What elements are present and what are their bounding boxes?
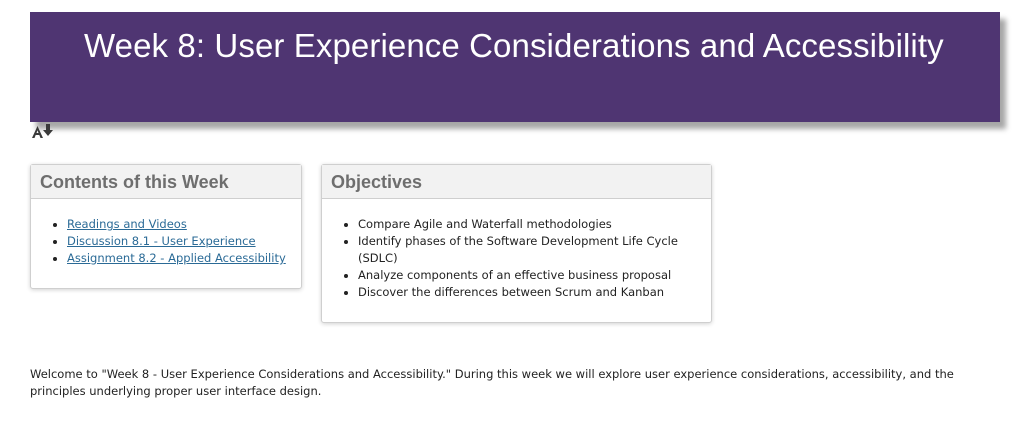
objective-item: Discover the differences between Scrum a… — [358, 284, 697, 301]
objective-item: Compare Agile and Waterfall methodologie… — [358, 216, 697, 233]
list-item: Assignment 8.2 - Applied Accessibility — [67, 250, 301, 267]
objectives-card: Objectives Compare Agile and Waterfall m… — [321, 164, 712, 323]
week-banner: Week 8: User Experience Considerations a… — [30, 12, 1000, 122]
contents-card-title: Contents of this Week — [40, 172, 229, 192]
discussion-8-1-link[interactable]: Discussion 8.1 - User Experience — [67, 234, 256, 248]
welcome-paragraph: Welcome to "Week 8 - User Experience Con… — [30, 367, 954, 398]
card-header: Contents of this Week — [31, 165, 301, 199]
objective-item: Analyze components of an effective busin… — [358, 267, 697, 284]
card-header: Objectives — [322, 165, 711, 199]
readings-and-videos-link[interactable]: Readings and Videos — [67, 217, 187, 231]
objectives-list: Compare Agile and Waterfall methodologie… — [322, 199, 711, 301]
list-item: Discussion 8.1 - User Experience — [67, 233, 301, 250]
contents-link-list: Readings and Videos Discussion 8.1 - Use… — [31, 199, 301, 267]
list-item: Readings and Videos — [67, 216, 301, 233]
contents-of-week-card: Contents of this Week Readings and Video… — [30, 164, 302, 289]
assignment-8-2-link[interactable]: Assignment 8.2 - Applied Accessibility — [67, 251, 286, 265]
objectives-card-title: Objectives — [331, 172, 423, 192]
accessibility-options-icon[interactable] — [31, 123, 57, 139]
objective-item: Identify phases of the Software Developm… — [358, 233, 697, 267]
page-title: Week 8: User Experience Considerations a… — [84, 27, 944, 64]
page: Week 8: User Experience Considerations a… — [0, 0, 1020, 433]
